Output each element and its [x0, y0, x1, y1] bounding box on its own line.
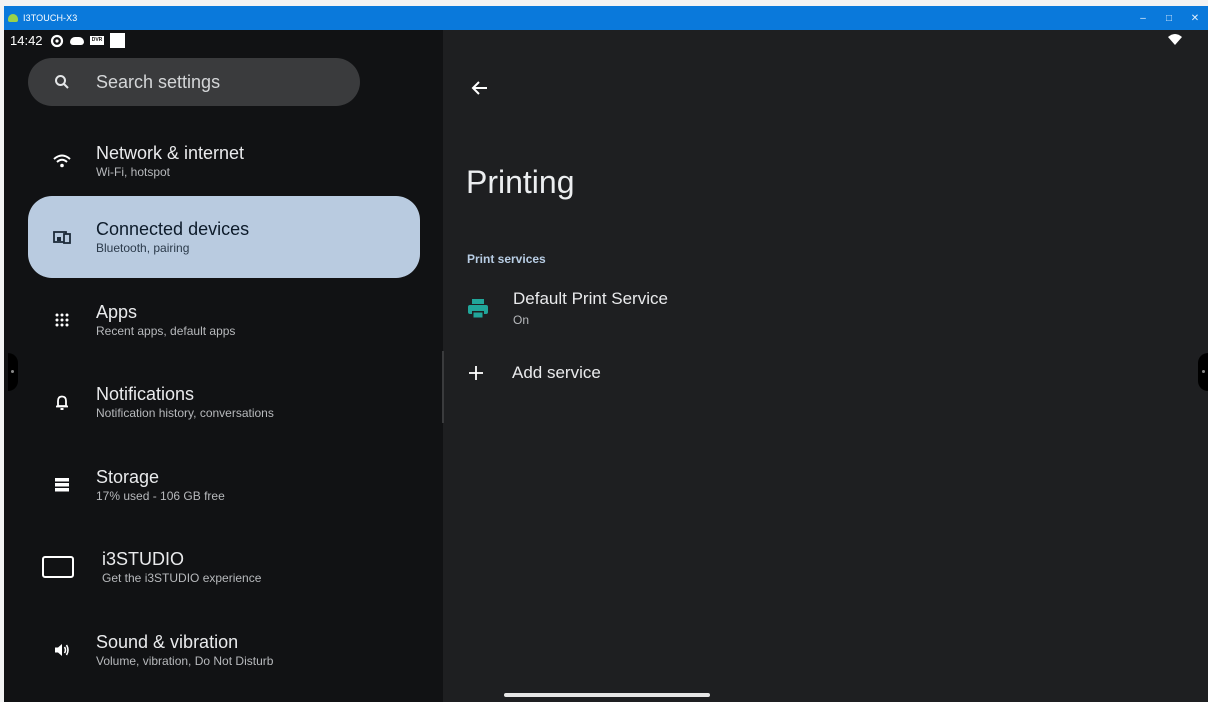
print-service-row[interactable]: Default Print Service On [466, 288, 1206, 338]
bell-icon [56, 395, 68, 410]
section-header-print-services: Print services [467, 252, 546, 266]
search-placeholder: Search settings [96, 71, 221, 92]
speaker-icon [55, 644, 69, 656]
sidebar-item-label: Storage [96, 467, 160, 487]
printer-icon [468, 299, 488, 319]
add-service-label: Add service [512, 363, 601, 382]
status-icons: DVR [50, 33, 125, 48]
gesture-navigation-bar[interactable] [504, 693, 710, 697]
emulator-window: I3TOUCH-X3 – □ ✕ 14:42 DVR Search settin [4, 6, 1208, 702]
search-settings-bar[interactable]: Search settings [28, 58, 360, 106]
search-icon [55, 75, 69, 89]
sidebar-item-label: Notifications [96, 384, 195, 404]
back-arrow-icon[interactable] [470, 78, 490, 98]
close-button[interactable]: ✕ [1182, 6, 1208, 30]
maximize-button[interactable]: □ [1156, 6, 1182, 30]
sidebar-item-subtitle: Notification history, conversations [96, 406, 274, 420]
status-time: 14:42 [10, 33, 43, 48]
dvr-icon: DVR [90, 36, 104, 45]
sidebar-item-subtitle: 17% used - 106 GB free [96, 489, 225, 503]
settings-gear-icon [50, 34, 64, 47]
sidebar-item-label: Network & internet [96, 143, 245, 163]
sidebar-item-network[interactable]: Network & internet Wi-Fi, hotspot [28, 120, 420, 202]
sidebar-item-storage[interactable]: Storage 17% used - 106 GB free [28, 444, 420, 526]
add-service-button[interactable]: Add service [468, 363, 601, 383]
square-icon [110, 33, 125, 48]
status-bar: 14:42 DVR [4, 30, 1208, 52]
android-app-icon [8, 14, 18, 22]
rectangle-icon [42, 556, 74, 578]
pane-divider[interactable] [442, 351, 444, 423]
sidebar-item-label: Apps [96, 302, 138, 322]
window-titlebar[interactable]: I3TOUCH-X3 – □ ✕ [4, 6, 1208, 30]
sidebar-item-subtitle: Get the i3STUDIO experience [102, 571, 262, 585]
page-title: Printing [466, 164, 575, 200]
print-service-label: Default Print Service [513, 289, 668, 308]
sidebar-item-label: i3STUDIO [102, 549, 185, 569]
apps-grid-icon [55, 313, 69, 327]
storage-icon [55, 478, 69, 492]
sidebar-item-apps[interactable]: Apps Recent apps, default apps [28, 279, 420, 361]
sidebar-item-i3studio[interactable]: i3STUDIO Get the i3STUDIO experience [28, 526, 420, 608]
sidebar-item-label: Connected devices [96, 219, 250, 239]
right-edge-handle[interactable] [1198, 353, 1208, 391]
sidebar-item-subtitle: Bluetooth, pairing [96, 241, 190, 255]
left-edge-handle[interactable] [8, 353, 18, 391]
window-controls: – □ ✕ [1130, 6, 1208, 30]
sidebar-item-subtitle: Volume, vibration, Do Not Disturb [96, 654, 274, 668]
sidebar-item-connected-devices[interactable]: Connected devices Bluetooth, pairing [28, 196, 420, 278]
sidebar-item-sound[interactable]: Sound & vibration Volume, vibration, Do … [28, 609, 420, 691]
wifi-icon [1168, 34, 1182, 45]
sidebar-item-notifications[interactable]: Notifications Notification history, conv… [28, 361, 420, 443]
print-service-status: On [513, 313, 530, 327]
sidebar-item-label: Sound & vibration [96, 632, 239, 652]
minimize-button[interactable]: – [1130, 6, 1156, 30]
wifi-icon [53, 154, 71, 168]
window-title: I3TOUCH-X3 [23, 13, 78, 23]
sidebar-item-subtitle: Wi-Fi, hotspot [96, 165, 171, 179]
devices-icon [53, 231, 71, 244]
sidebar-item-subtitle: Recent apps, default apps [96, 324, 236, 338]
cloud-icon [70, 36, 84, 45]
plus-icon [469, 366, 483, 380]
